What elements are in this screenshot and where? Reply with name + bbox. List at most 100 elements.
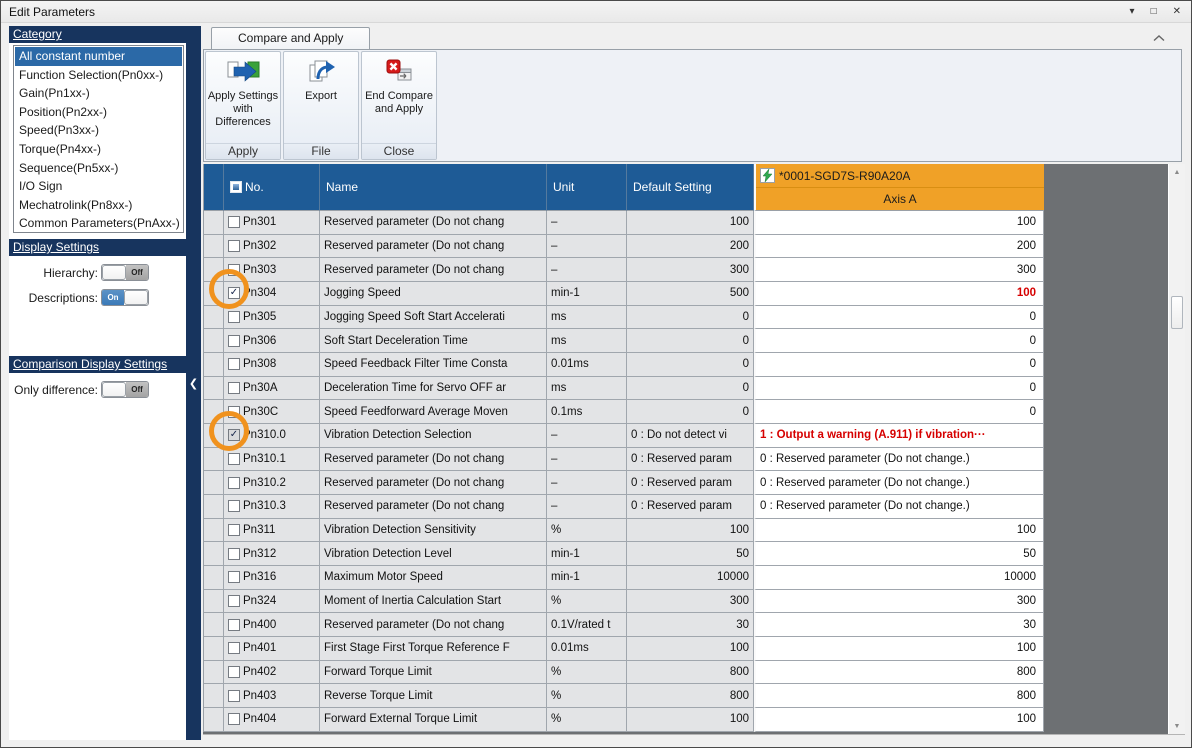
display-setting-toggle-0[interactable]: Off bbox=[101, 264, 149, 281]
axis-a-value: 10000 bbox=[754, 566, 1044, 590]
row-checkbox[interactable] bbox=[228, 240, 240, 252]
parameter-name: Maximum Motor Speed bbox=[320, 566, 547, 590]
parameter-name: Speed Feedback Filter Time Consta bbox=[320, 353, 547, 377]
row-checkbox[interactable] bbox=[228, 642, 240, 654]
tab-compare-and-apply[interactable]: Compare and Apply bbox=[211, 27, 370, 49]
row-checkbox[interactable] bbox=[228, 500, 240, 512]
category-item-4[interactable]: Speed(Pn3xx-) bbox=[15, 121, 182, 140]
row-checkbox[interactable]: ✓ bbox=[228, 287, 240, 299]
comparison-setting-toggle-0[interactable]: Off bbox=[101, 381, 149, 398]
table-row[interactable]: Pn310.2Reserved parameter (Do not chang–… bbox=[204, 471, 1044, 495]
parameter-unit: % bbox=[547, 708, 627, 732]
apply-settings-with-differences-button[interactable]: Apply Settings with Differences bbox=[206, 52, 280, 143]
table-row[interactable]: Pn303Reserved parameter (Do not chang–30… bbox=[204, 258, 1044, 282]
ribbon-collapse-button[interactable] bbox=[1149, 30, 1169, 46]
display-settings-header: Display Settings bbox=[9, 239, 186, 256]
row-checkbox[interactable] bbox=[228, 595, 240, 607]
row-checkbox[interactable] bbox=[228, 548, 240, 560]
table-row[interactable]: Pn402Forward Torque Limit%800800 bbox=[204, 661, 1044, 685]
parameter-unit: – bbox=[547, 258, 627, 282]
table-body: Pn301Reserved parameter (Do not chang–10… bbox=[204, 211, 1044, 732]
table-row[interactable]: Pn316Maximum Motor Speedmin-11000010000 bbox=[204, 566, 1044, 590]
category-item-1[interactable]: Function Selection(Pn0xx-) bbox=[15, 66, 182, 85]
category-item-0[interactable]: All constant number bbox=[15, 47, 182, 66]
row-checkbox[interactable] bbox=[228, 666, 240, 678]
table-row[interactable]: Pn30ADeceleration Time for Servo OFF arm… bbox=[204, 377, 1044, 401]
parameter-number: Pn400 bbox=[243, 619, 276, 631]
category-item-6[interactable]: Sequence(Pn5xx-) bbox=[15, 159, 182, 178]
axis-a-value: 0 bbox=[754, 329, 1044, 353]
row-checkbox[interactable] bbox=[228, 713, 240, 725]
table-row[interactable]: Pn301Reserved parameter (Do not chang–10… bbox=[204, 211, 1044, 235]
scrollbar-thumb[interactable] bbox=[1171, 296, 1183, 329]
row-checkbox[interactable] bbox=[228, 690, 240, 702]
row-checkbox[interactable] bbox=[228, 453, 240, 465]
parameter-unit: – bbox=[547, 448, 627, 472]
table-row[interactable]: Pn312Vibration Detection Levelmin-15050 bbox=[204, 542, 1044, 566]
row-checkbox[interactable] bbox=[228, 619, 240, 631]
scroll-up-arrow-icon[interactable]: ▲ bbox=[1169, 164, 1185, 180]
row-checkbox[interactable] bbox=[228, 264, 240, 276]
row-select-cell bbox=[204, 613, 224, 637]
table-row[interactable]: Pn30CSpeed Feedforward Average Moven0.1m… bbox=[204, 400, 1044, 424]
table-row[interactable]: Pn401First Stage First Torque Reference … bbox=[204, 637, 1044, 661]
default-setting-value: 100 bbox=[627, 708, 754, 732]
row-number-cell: Pn402 bbox=[224, 661, 320, 685]
ribbon-group-close: End Compare and Apply Close bbox=[361, 51, 437, 160]
axis-a-value: 0 bbox=[754, 400, 1044, 424]
close-icon[interactable]: ✕ bbox=[1173, 7, 1181, 17]
category-item-9[interactable]: Common Parameters(PnAxx-) bbox=[15, 214, 182, 233]
table-row[interactable]: Pn403Reverse Torque Limit%800800 bbox=[204, 684, 1044, 708]
table-row[interactable]: ✓Pn304Jogging Speedmin-1500100 bbox=[204, 282, 1044, 306]
axis-a-value: 300 bbox=[754, 258, 1044, 282]
row-number-cell: Pn305 bbox=[224, 306, 320, 330]
row-checkbox[interactable] bbox=[228, 477, 240, 489]
row-checkbox[interactable] bbox=[228, 335, 240, 347]
header-unit-column: Unit bbox=[547, 164, 627, 211]
category-item-3[interactable]: Position(Pn2xx-) bbox=[15, 103, 182, 122]
category-item-7[interactable]: I/O Sign bbox=[15, 177, 182, 196]
row-checkbox[interactable] bbox=[228, 524, 240, 536]
table-row[interactable]: Pn324Moment of Inertia Calculation Start… bbox=[204, 590, 1044, 614]
default-setting-value: 50 bbox=[627, 542, 754, 566]
sidebar-collapse-strip[interactable]: ❮ bbox=[186, 26, 201, 740]
table-row[interactable]: Pn305Jogging Speed Soft Start Accelerati… bbox=[204, 306, 1044, 330]
row-checkbox[interactable]: ✓ bbox=[228, 429, 240, 441]
row-checkbox[interactable] bbox=[228, 406, 240, 418]
table-row[interactable]: Pn404Forward External Torque Limit%10010… bbox=[204, 708, 1044, 732]
parameter-unit: – bbox=[547, 495, 627, 519]
parameter-name: Reverse Torque Limit bbox=[320, 684, 547, 708]
axis-a-value: 1 : Output a warning (A.911) if vibratio… bbox=[754, 424, 1044, 448]
scroll-down-arrow-icon[interactable]: ▼ bbox=[1169, 718, 1185, 734]
export-button[interactable]: Export bbox=[284, 52, 358, 143]
header-default-setting-column: Default Setting bbox=[627, 164, 754, 211]
row-checkbox[interactable] bbox=[228, 382, 240, 394]
parameter-name: Vibration Detection Selection bbox=[320, 424, 547, 448]
bottom-strip bbox=[203, 734, 1185, 743]
parameter-unit: min-1 bbox=[547, 282, 627, 306]
category-item-5[interactable]: Torque(Pn4xx-) bbox=[15, 140, 182, 159]
vertical-scrollbar[interactable]: ▲ ▼ bbox=[1168, 164, 1185, 734]
window-menu-icon[interactable]: ▾ bbox=[1130, 7, 1135, 17]
category-item-2[interactable]: Gain(Pn1xx-) bbox=[15, 84, 182, 103]
table-row[interactable]: Pn302Reserved parameter (Do not chang–20… bbox=[204, 235, 1044, 259]
table-row[interactable]: Pn310.3Reserved parameter (Do not chang–… bbox=[204, 495, 1044, 519]
row-number-cell: Pn303 bbox=[224, 258, 320, 282]
table-row[interactable]: Pn400Reserved parameter (Do not chang0.1… bbox=[204, 613, 1044, 637]
row-checkbox[interactable] bbox=[228, 358, 240, 370]
parameter-name: Vibration Detection Sensitivity bbox=[320, 519, 547, 543]
table-row[interactable]: Pn306Soft Start Deceleration Timems00 bbox=[204, 329, 1044, 353]
table-row[interactable]: Pn310.1Reserved parameter (Do not chang–… bbox=[204, 448, 1044, 472]
row-checkbox[interactable] bbox=[228, 311, 240, 323]
default-setting-value: 0 bbox=[627, 353, 754, 377]
row-checkbox[interactable] bbox=[228, 216, 240, 228]
end-compare-and-apply-button[interactable]: End Compare and Apply bbox=[362, 52, 436, 143]
table-row[interactable]: Pn308Speed Feedback Filter Time Consta0.… bbox=[204, 353, 1044, 377]
display-setting-toggle-1[interactable]: On bbox=[101, 289, 149, 306]
category-item-8[interactable]: Mechatrolink(Pn8xx-) bbox=[15, 196, 182, 215]
table-row[interactable]: Pn311Vibration Detection Sensitivity%100… bbox=[204, 519, 1044, 543]
maximize-icon[interactable]: □ bbox=[1151, 7, 1157, 17]
select-all-checkbox[interactable] bbox=[230, 181, 242, 193]
row-checkbox[interactable] bbox=[228, 571, 240, 583]
table-row[interactable]: ✓Pn310.0Vibration Detection Selection–0 … bbox=[204, 424, 1044, 448]
